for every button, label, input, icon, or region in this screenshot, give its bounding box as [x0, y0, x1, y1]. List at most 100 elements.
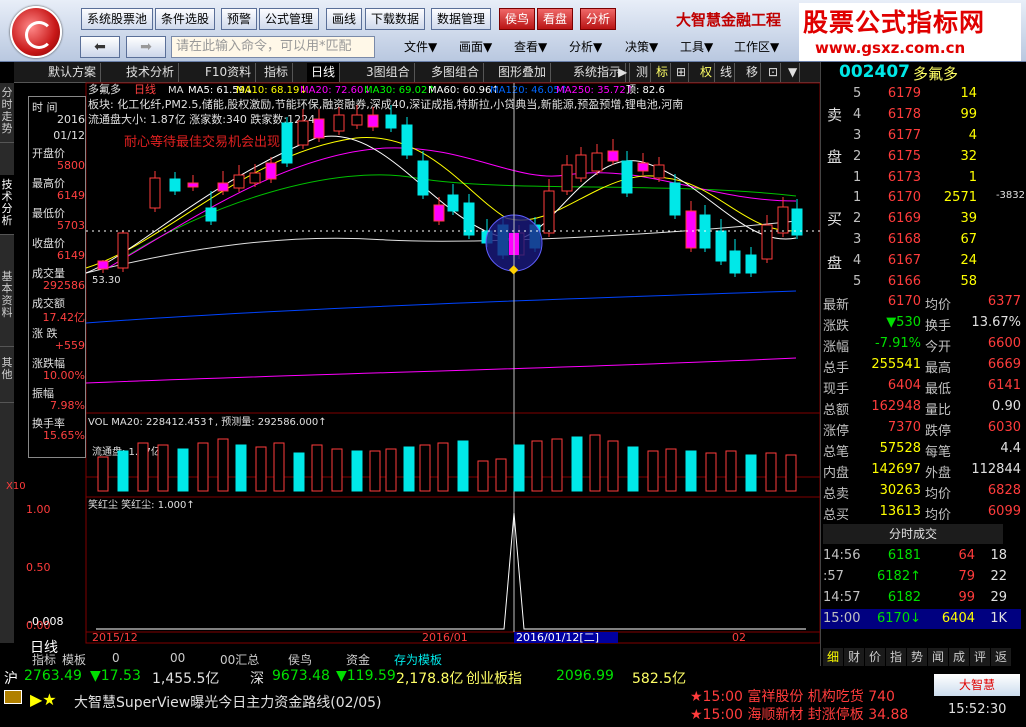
menu-item[interactable]: 工作区▼	[734, 38, 779, 55]
forward-button[interactable]: ➡	[126, 36, 166, 58]
candle-body	[217, 182, 229, 192]
left-tab[interactable]: 技术分析	[0, 175, 14, 235]
chart-tab-bar: 默认方案 技术分析 F10资料 指标 日线 3图组合 多图组合 图形叠加 系统指示 ▶ 测标 ⊞ 权线移…	[14, 62, 820, 83]
toolbar-button[interactable]: 系统股票池	[81, 8, 154, 30]
quote-tab[interactable]: 指	[886, 648, 906, 666]
left-tab[interactable]: 其他	[0, 353, 14, 403]
volume-bar	[685, 450, 697, 492]
stat-label: 外盘	[925, 466, 952, 481]
volume-bar	[217, 438, 229, 492]
back-button[interactable]: ⬅	[80, 36, 120, 58]
quote-tab[interactable]: 评	[970, 648, 990, 666]
tool-button[interactable]: ▶	[616, 63, 631, 82]
chart-tab[interactable]: F10资料	[201, 63, 257, 82]
ma-label: MA250: 35.72↑	[556, 85, 634, 96]
chart-tab[interactable]: 技术分析	[122, 63, 180, 82]
menu-item[interactable]: 分析▼	[569, 38, 602, 55]
osc-title: 笑红尘 笑红尘: 1.000↑	[88, 498, 195, 511]
tool-button[interactable]: ▼	[786, 63, 801, 82]
ticks-header[interactable]: 分时成交	[823, 524, 1003, 544]
sell-price: 6175	[887, 149, 921, 164]
tool-button[interactable]: 权	[698, 63, 716, 82]
chart-tab[interactable]: 3图组合	[362, 63, 415, 82]
tool-button[interactable]: 线	[718, 63, 736, 82]
brand-title: 大智慧金融工程	[676, 11, 782, 29]
chart-period: 日线	[134, 82, 156, 96]
menu-item[interactable]: 决策▼	[625, 38, 658, 55]
status-cy: 2096.99	[556, 668, 614, 684]
menu-item[interactable]: 查看▼	[514, 38, 547, 55]
tool-button[interactable]: 标	[654, 63, 672, 82]
chart-tab[interactable]: 日线	[307, 63, 341, 82]
chart-tab[interactable]: 图形叠加	[494, 63, 552, 82]
toolbar-red-button[interactable]: 分析	[580, 8, 617, 30]
tool-button[interactable]: 测	[634, 63, 652, 82]
quote-tab[interactable]: 细	[823, 648, 843, 666]
status-sz: 9673.48	[272, 668, 330, 684]
ma-label: 顶: 82.6	[626, 84, 665, 96]
chart-tab[interactable]: 默认方案	[44, 63, 102, 82]
toolbar-button[interactable]: 条件选股	[155, 8, 216, 30]
stat-label: 最低	[925, 382, 952, 397]
toolbar-red-button[interactable]: 侯鸟	[499, 8, 536, 30]
candle-body	[433, 204, 445, 222]
ma-line	[85, 290, 797, 324]
left-tab[interactable]: 基本资料	[0, 267, 14, 347]
volume-bar	[331, 448, 343, 492]
quote-tab[interactable]: 财	[844, 648, 864, 666]
bottom-tab[interactable]: 00	[170, 651, 185, 665]
sell-level: 5	[853, 86, 862, 101]
kline-chart[interactable]: 多氟多 日线 MA MA5: 61.59↓MA10: 68.19↓MA20: 72.6…	[6, 82, 821, 644]
alert-line[interactable]: ★15:00 海顺新材 封涨停板 34.88	[690, 704, 908, 724]
info-value: 292586	[43, 279, 85, 292]
toolbar-button[interactable]: 数据管理	[431, 8, 492, 30]
candle-body	[333, 114, 345, 132]
quote-tab[interactable]: 返	[991, 648, 1011, 666]
buy-level: 1	[853, 190, 862, 205]
tool-button[interactable]: ⊡	[766, 63, 782, 82]
tool-button[interactable]: 移	[744, 63, 762, 82]
volume-bar	[177, 448, 189, 492]
stat-value: 7370	[887, 420, 921, 435]
toolbar-button[interactable]: 预警	[221, 8, 258, 30]
quote-tab[interactable]: 势	[907, 648, 927, 666]
menu-item[interactable]: 画面▼	[459, 38, 492, 55]
bottom-tab[interactable]: 0	[112, 651, 120, 665]
info-value: 7.98%	[50, 399, 85, 412]
menu-item[interactable]: 文件▼	[404, 38, 437, 55]
candle-body	[149, 177, 161, 209]
menu-item[interactable]: 工具▼	[680, 38, 713, 55]
quote-tab[interactable]: 价	[865, 648, 885, 666]
stat-value: 6404	[887, 378, 921, 393]
volume-bar	[311, 444, 323, 492]
app-logo-icon[interactable]	[10, 6, 62, 58]
toolbar-button[interactable]: 公式管理	[259, 8, 320, 30]
stat-value: 4.4	[1000, 441, 1021, 456]
volume-bar	[197, 442, 209, 492]
command-input[interactable]: 请在此输入命令，可以用*匹配	[171, 36, 375, 58]
toolbar-red-button[interactable]: 看盘	[537, 8, 574, 30]
candle-body	[313, 118, 325, 139]
volume-bar	[419, 444, 431, 492]
buy-volume: 67	[960, 232, 977, 247]
osc-axis-label: 0.50	[26, 561, 51, 574]
quote-tab[interactable]: 成	[949, 648, 969, 666]
news-ticker[interactable]: 大智慧SuperView曝光今日主力资金路线(02/05)	[74, 692, 382, 712]
toolbar-button[interactable]: 画线	[326, 8, 363, 30]
left-tab[interactable]: 分时走势	[0, 83, 14, 143]
chart-tab[interactable]: 指标	[260, 63, 294, 82]
quote-tab[interactable]: 闻	[928, 648, 948, 666]
mail-icon[interactable]	[4, 690, 22, 704]
alert-line[interactable]: ★15:00 富祥股份 机构吃货 740	[690, 686, 895, 706]
status-sh-amt: 1,455.5亿	[152, 671, 220, 687]
volume-bar	[369, 450, 381, 492]
float-text: 流通盘大小: 1.87亿 涨家数:340 跌家数:1224	[88, 112, 315, 126]
toolbar-button[interactable]: 下载数据	[365, 8, 426, 30]
volume-bar	[235, 444, 247, 492]
candle-body	[561, 164, 573, 192]
stat-value: 142697	[871, 462, 921, 477]
stat-value: 6030	[987, 420, 1021, 435]
tick-price: 6181	[887, 548, 921, 563]
chart-tab[interactable]: 多图组合	[427, 63, 485, 82]
tool-button[interactable]: ⊞	[674, 63, 690, 82]
